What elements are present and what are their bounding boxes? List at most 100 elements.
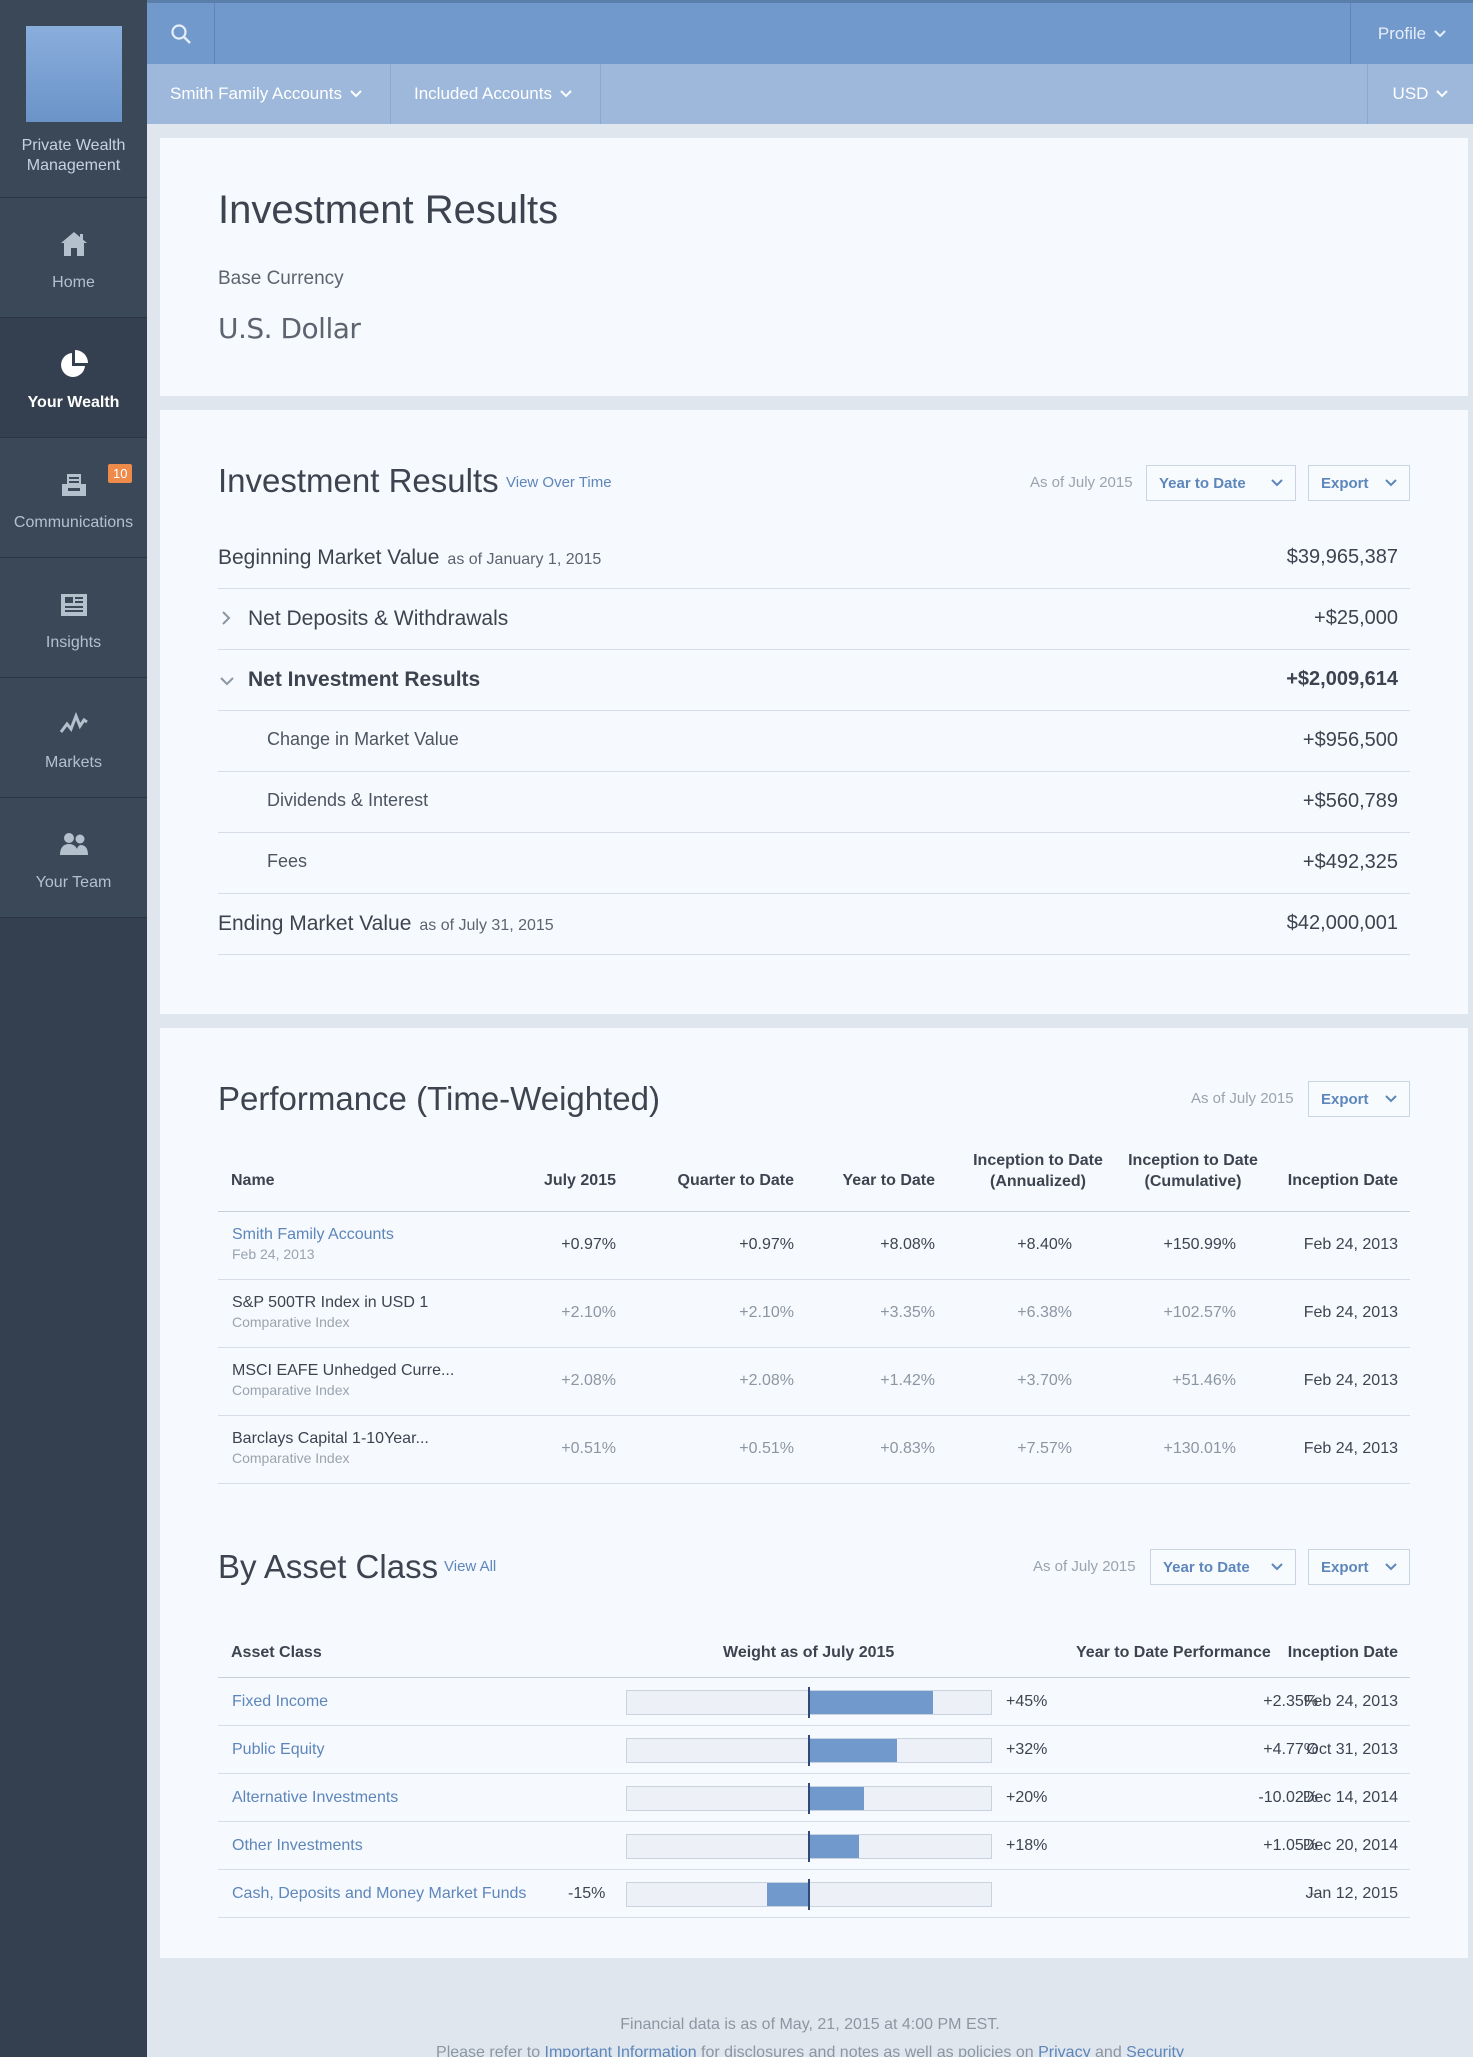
chevron-down-icon (1271, 1563, 1283, 1571)
asset-class-link[interactable]: Alternative Investments (232, 1789, 398, 1807)
asset-class-period-dropdown[interactable]: Year to Date (1150, 1549, 1296, 1585)
cell-qtd: +2.08% (739, 1372, 794, 1389)
inception-date-value: Dec 14, 2014 (1302, 1789, 1398, 1806)
performance-table: Name July 2015 Quarter to Date Year to D… (218, 1148, 1410, 1484)
nav-item-insights[interactable]: Insights (0, 558, 147, 678)
accounts-dropdown[interactable]: Smith Family Accounts (147, 64, 391, 124)
table-row[interactable]: Fixed Income +45% +2.35% Feb 24, 2013 (218, 1678, 1410, 1726)
row-value: +$25,000 (1314, 607, 1398, 629)
asset-class-link[interactable]: Cash, Deposits and Money Market Funds (232, 1885, 526, 1903)
sidebar: Private Wealth Management Home Your Weal… (0, 0, 147, 2057)
table-row[interactable]: Smith Family Accounts Feb 24, 2013 +0.97… (218, 1212, 1410, 1280)
asset-class-link[interactable]: Fixed Income (232, 1693, 328, 1711)
dividends-interest-row: Dividends & Interest +$560,789 (218, 772, 1410, 833)
col-ytd-performance: Year to Date Performance (1076, 1644, 1271, 1661)
row-value: +$2,009,614 (1286, 668, 1398, 690)
weight-bar-track (626, 1735, 992, 1766)
inception-date-value: Feb 24, 2013 (1303, 1693, 1398, 1710)
nav-item-your-team[interactable]: Your Team (0, 798, 147, 918)
team-icon (0, 798, 147, 866)
row-label: Beginning Market Value as of January 1, 2… (218, 546, 602, 569)
account-bar: Smith Family Accounts Included Accounts … (147, 64, 1473, 124)
chevron-down-icon[interactable] (220, 676, 234, 686)
net-deposits-row[interactable]: Net Deposits & Withdrawals +$25,000 (218, 589, 1410, 650)
weight-value: +20% (1006, 1789, 1048, 1806)
cell-qtd: +2.10% (739, 1304, 794, 1321)
weight-value: +45% (1006, 1693, 1048, 1710)
row-value: $42,000,001 (1286, 912, 1398, 934)
results-export-button[interactable]: Export (1308, 465, 1410, 501)
nav-item-home[interactable]: Home (0, 198, 147, 318)
cell-month: +2.08% (561, 1372, 616, 1389)
chevron-right-icon[interactable] (220, 611, 232, 625)
row-value: +$560,789 (1302, 790, 1398, 812)
col-asset-class: Asset Class (231, 1644, 322, 1661)
ytd-performance-value: +4.77% (1263, 1741, 1318, 1758)
important-information-link[interactable]: Important Information (545, 2044, 697, 2057)
col-itd-annualized: Inception to Date (Annualized) (973, 1152, 1103, 1190)
ytd-performance-value: – (1309, 1885, 1318, 1902)
results-period-dropdown[interactable]: Year to Date (1146, 465, 1296, 501)
asset-class-export-label: Export (1321, 1558, 1369, 1576)
weight-bar-fill (809, 1835, 859, 1858)
col-inception: Inception Date (1287, 1644, 1398, 1661)
results-export-label: Export (1321, 474, 1369, 492)
asset-class-link[interactable]: Other Investments (232, 1837, 363, 1855)
fees-row: Fees +$492,325 (218, 833, 1410, 894)
chevron-down-icon (1385, 479, 1397, 487)
security-link[interactable]: Security (1126, 2044, 1184, 2057)
cell-qtd: +0.51% (739, 1440, 794, 1457)
asset-class-link[interactable]: Public Equity (232, 1741, 325, 1759)
cell-itd-cum: +102.57% (1163, 1304, 1236, 1321)
nav-label-home: Home (52, 274, 95, 291)
table-row[interactable]: Public Equity +32% +4.77% Oct 31, 2013 (218, 1726, 1410, 1774)
row-label: Net Deposits & Withdrawals (248, 607, 509, 630)
investment-results-title: Investment Results (218, 462, 499, 499)
weight-bar-track (626, 1783, 992, 1814)
accounts-dropdown-label: Smith Family Accounts (170, 84, 342, 103)
brand[interactable]: Private Wealth Management (0, 0, 147, 198)
cell-itd-cum: +130.01% (1163, 1440, 1236, 1457)
weight-bar-axis (808, 1783, 810, 1814)
search-button[interactable] (147, 3, 215, 64)
chevron-down-icon (1436, 90, 1449, 98)
currency-dropdown[interactable]: USD (1367, 64, 1473, 124)
nav-item-communications[interactable]: 10 Communications (0, 438, 147, 558)
performance-export-button[interactable]: Export (1308, 1081, 1410, 1117)
results-as-of: As of July 2015 (1030, 474, 1133, 491)
asset-class-as-of: As of July 2015 (1033, 1558, 1136, 1575)
table-row[interactable]: Other Investments +18% +1.05% Dec 20, 2014 (218, 1822, 1410, 1870)
cell-itd-ann: +7.57% (1017, 1440, 1072, 1457)
col-weight: Weight as of July 2015 (723, 1644, 895, 1661)
cell-itd-cum: +150.99% (1163, 1236, 1236, 1253)
weight-bar-axis (808, 1831, 810, 1862)
nav-item-markets[interactable]: Markets (0, 678, 147, 798)
cell-month: +2.10% (561, 1304, 616, 1321)
asset-class-export-button[interactable]: Export (1308, 1549, 1410, 1585)
net-investment-results-row[interactable]: Net Investment Results +$2,009,614 (218, 650, 1410, 711)
page-title: Investment Results (218, 188, 559, 232)
table-row[interactable]: Alternative Investments +20% -10.02% Dec 14… (218, 1774, 1410, 1822)
nav-label-your-team: Your Team (35, 874, 112, 891)
home-icon (0, 198, 147, 266)
cell-inception: Feb 24, 2013 (1303, 1372, 1398, 1389)
weight-bar-track (626, 1831, 992, 1862)
nav-label-markets: Markets (45, 754, 102, 771)
inception-date-value: Dec 20, 2014 (1302, 1837, 1398, 1854)
privacy-link[interactable]: Privacy (1038, 2044, 1090, 2057)
profile-menu[interactable]: Profile (1350, 3, 1473, 64)
cell-inception: Feb 24, 2013 (1303, 1236, 1398, 1253)
included-accounts-dropdown[interactable]: Included Accounts (391, 64, 601, 124)
view-all-link[interactable]: View All (444, 1558, 496, 1575)
row-name-link[interactable]: Smith Family Accounts (232, 1226, 394, 1244)
view-over-time-link[interactable]: View Over Time (506, 474, 612, 491)
row-label: Change in Market Value (267, 729, 459, 749)
row-label: Net Investment Results (248, 668, 481, 691)
nav-item-your-wealth[interactable]: Your Wealth (0, 318, 147, 438)
cell-inception: Feb 24, 2013 (1303, 1440, 1398, 1457)
row-sub: Feb 24, 2013 (232, 1246, 315, 1262)
inception-date-value: Jan 12, 2015 (1305, 1885, 1398, 1902)
table-row[interactable]: Cash, Deposits and Money Market Funds -15… (218, 1870, 1410, 1918)
row-name: MSCI EAFE Unhedged Curre... (232, 1362, 455, 1379)
footer-data-note: Financial data is as of May, 21, 2015 at… (620, 2016, 1000, 2033)
